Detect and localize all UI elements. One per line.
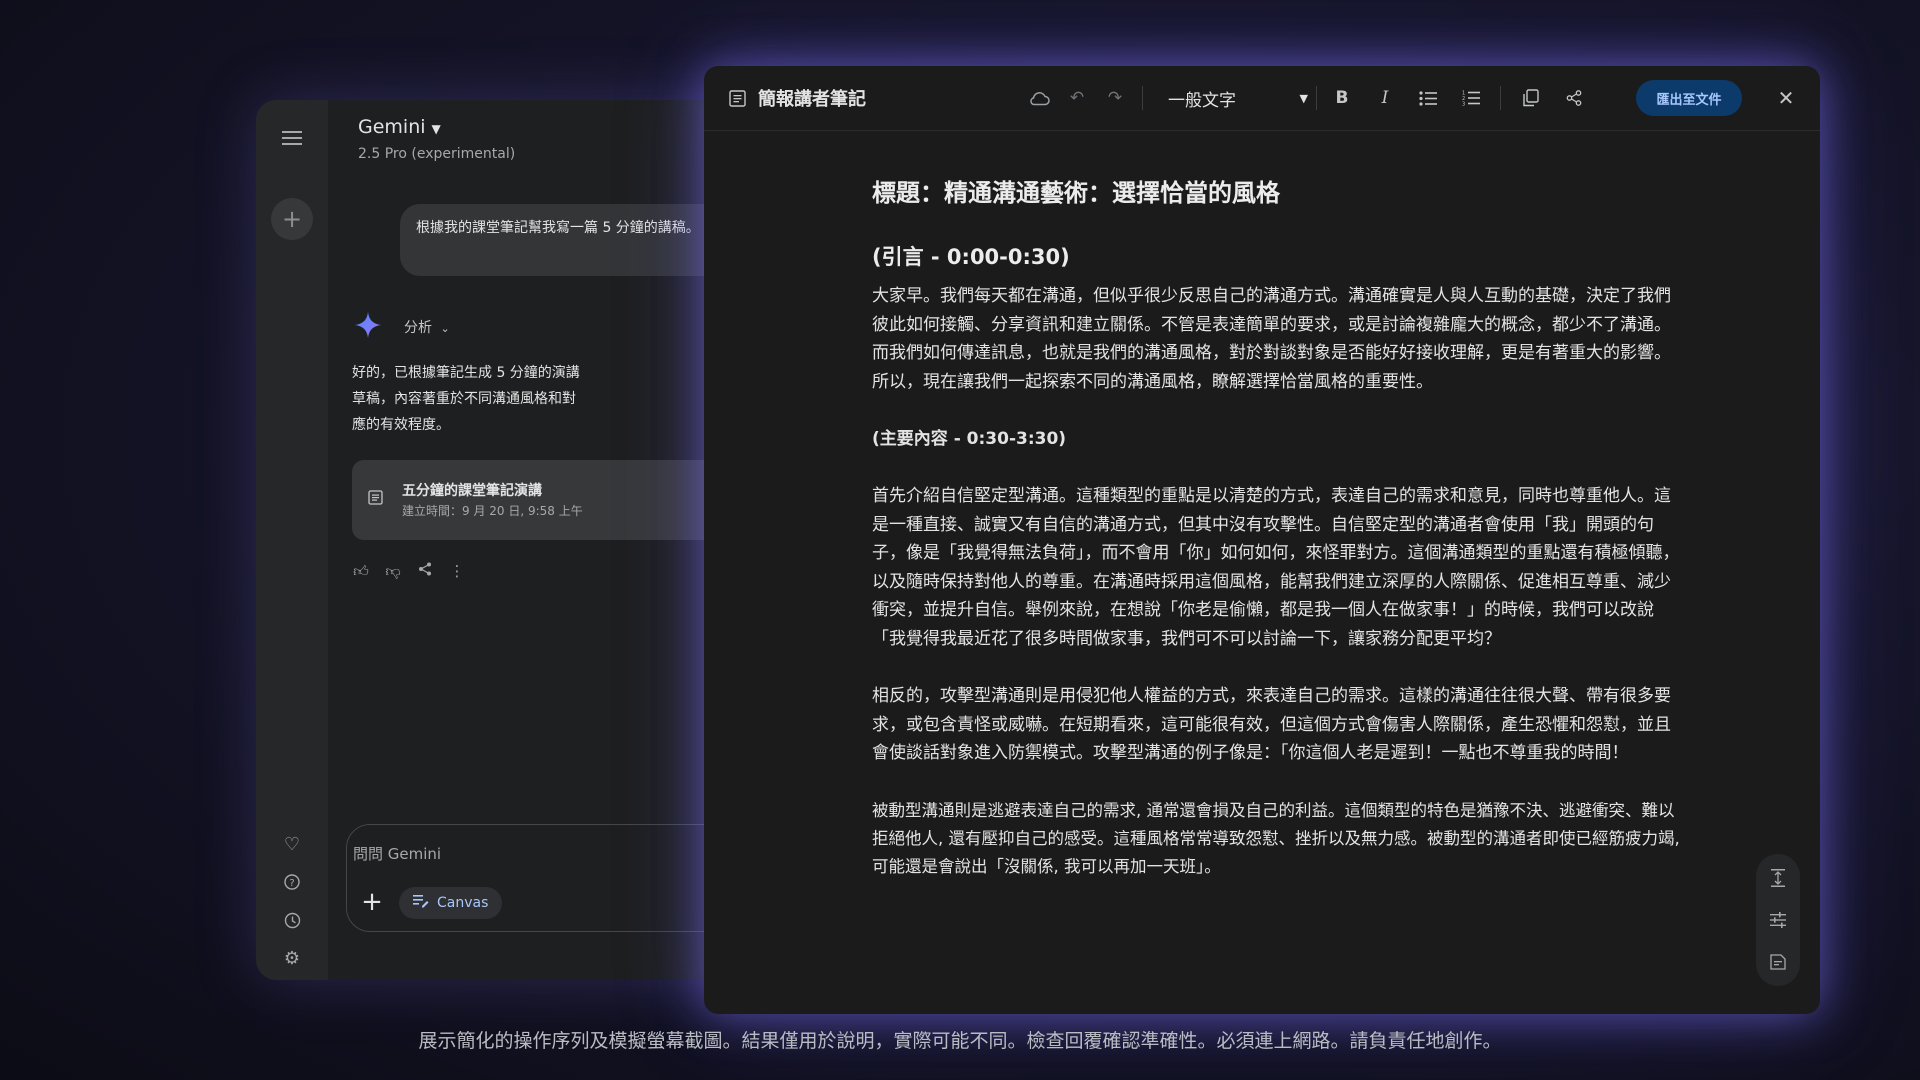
user-message: 根據我的課堂筆記幫我寫一篇 5 分鐘的講稿。 (400, 204, 730, 276)
side-tools-panel (1756, 854, 1800, 986)
thumbs-down-icon[interactable]: 👎︎ (384, 562, 402, 581)
undo-icon[interactable]: ↶ (1064, 84, 1090, 112)
bold-icon[interactable]: B (1328, 84, 1356, 112)
response-actions: 👍︎ 👎︎ ⋮ (352, 562, 466, 581)
svg-text:?: ? (289, 878, 294, 889)
toolbar-divider (1500, 86, 1501, 110)
document-card-meta: 建立時間：9 月 20 日, 9:58 上午 (402, 504, 583, 518)
suggest-edits-icon[interactable] (1766, 950, 1790, 974)
canvas-editor-window: 簡報講者筆記 ↶ ↷ 一般文字 ▼ B I 123 匯出至文件 ✕ 標題：精通溝 (704, 66, 1820, 1014)
analysis-label: 分析 (404, 320, 432, 336)
gear-icon[interactable]: ⚙ (274, 940, 310, 976)
passive-paragraph: 被動型溝通則是逃避表達自己的需求, 通常還會損及自己的利益。這個類型的特色是猶豫… (872, 800, 1680, 876)
plus-icon: + (361, 887, 383, 917)
bullet-list-icon[interactable] (1414, 84, 1442, 112)
text-style-value: 一般文字 (1168, 90, 1236, 111)
document-title[interactable]: 簡報講者筆記 (758, 84, 866, 112)
cloud-icon[interactable] (1026, 84, 1052, 112)
gemini-chat-window: + ♡ ? ⚙ Gemini ▼ 2.5 Pro (experimental) 根… (256, 100, 736, 980)
app-title: Gemini (358, 116, 426, 138)
canvas-icon (413, 894, 429, 912)
caret-down-icon: ▼ (431, 122, 441, 136)
document-icon (724, 84, 750, 112)
new-chat-button[interactable]: + (271, 198, 313, 240)
close-icon[interactable]: ✕ (1772, 84, 1800, 112)
text-style-select[interactable]: 一般文字 ▼ (1168, 84, 1308, 112)
document-card[interactable]: 五分鐘的課堂筆記演講 建立時間：9 月 20 日, 9:58 上午 (352, 460, 736, 540)
caret-down-icon: ▼ (1299, 91, 1308, 105)
assistant-response: 好的，已根據筆記生成 5 分鐘的演講草稿，內容著重於不同溝通風格和對應的有效程度… (352, 365, 580, 433)
document-heading: 標題：精通溝通藝術：選擇恰當的風格 (872, 179, 1280, 207)
add-attachment-button[interactable]: + (355, 885, 389, 919)
reading-level-icon[interactable] (1766, 908, 1790, 932)
help-icon[interactable]: ? (274, 864, 310, 900)
toolbar-divider (1316, 86, 1317, 110)
export-to-docs-button[interactable]: 匯出至文件 (1636, 80, 1742, 116)
assertive-paragraph: 首先介紹自信堅定型溝通。這種類型的重點是以清楚的方式，表達自己的需求和意見，同時… (872, 486, 1680, 649)
analysis-toggle[interactable]: 分析 ⌄ (404, 317, 450, 337)
more-options-icon[interactable]: ⋮ (448, 562, 466, 581)
disclaimer-text: 展示簡化的操作序列及模擬螢幕截圖。結果僅用於說明，實際可能不同。檢查回覆確認準確… (418, 1030, 1502, 1052)
prompt-input-placeholder[interactable]: 問問 Gemini (353, 843, 441, 864)
prompt-input-box[interactable]: 問問 Gemini + Canvas (346, 824, 736, 932)
gemini-sparkle-icon (355, 312, 381, 338)
thumbs-up-icon[interactable]: 👍︎ (352, 562, 370, 581)
copy-icon[interactable] (1517, 84, 1545, 112)
adjust-length-icon[interactable] (1766, 866, 1790, 890)
chevron-down-icon: ⌄ (440, 322, 450, 335)
model-switcher[interactable]: Gemini ▼ (358, 116, 441, 138)
intro-paragraph: 大家早。我們每天都在溝通，但似乎很少反思自己的溝通方式。溝通確實是人與人互動的基… (872, 286, 1671, 392)
side-rail: + ♡ ? ⚙ (256, 100, 328, 980)
document-icon (368, 490, 383, 509)
document-body[interactable]: 標題：精通溝通藝術：選擇恰當的風格 (引言 - 0:00-0:30) 大家早。我… (872, 176, 1684, 910)
share-icon[interactable] (416, 562, 434, 581)
svg-text:3: 3 (1462, 102, 1465, 107)
aggressive-paragraph: 相反的，攻擊型溝通則是用侵犯他人權益的方式，來表達自己的需求。這樣的溝通往往很大… (872, 686, 1671, 763)
canvas-toggle-button[interactable]: Canvas (399, 887, 503, 919)
redo-icon[interactable]: ↷ (1102, 84, 1128, 112)
main-section-heading: (主要內容 - 0:30-3:30) (872, 429, 1067, 449)
plus-icon: + (281, 205, 303, 233)
canvas-label: Canvas (437, 895, 489, 911)
share-icon[interactable] (1560, 84, 1588, 112)
intro-section-heading: (引言 - 0:00-0:30) (872, 245, 1070, 269)
editor-toolbar: 簡報講者筆記 ↶ ↷ 一般文字 ▼ B I 123 匯出至文件 ✕ (704, 66, 1820, 131)
italic-icon[interactable]: I (1371, 84, 1399, 112)
model-name: 2.5 Pro (experimental) (358, 146, 516, 162)
menu-icon[interactable] (274, 120, 310, 156)
document-card-title: 五分鐘的課堂筆記演講 (402, 483, 542, 499)
history-icon[interactable] (274, 902, 310, 938)
gem-heart-icon[interactable]: ♡ (274, 826, 310, 862)
numbered-list-icon[interactable]: 123 (1457, 84, 1485, 112)
toolbar-divider (1142, 86, 1143, 110)
